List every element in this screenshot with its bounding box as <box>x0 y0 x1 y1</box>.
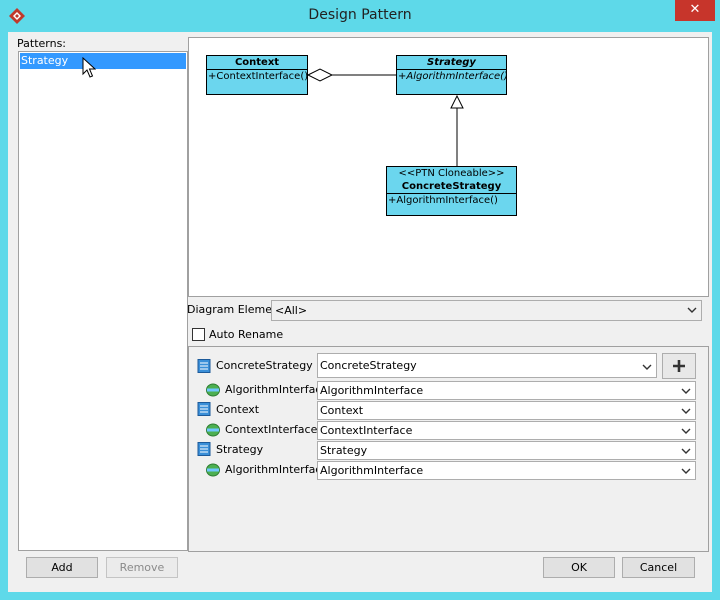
mapping-row-value: Context <box>320 404 364 417</box>
mapping-row: ContextInterface ContextInterface <box>189 420 710 440</box>
add-button[interactable]: Add <box>26 557 98 578</box>
mapping-row-value: AlgorithmInterface <box>320 464 424 477</box>
mapping-row-select[interactable]: AlgorithmInterface <box>317 461 696 480</box>
auto-rename-checkbox[interactable] <box>192 328 205 341</box>
mapping-row: Context Context <box>189 400 710 420</box>
strategy-operation: +AlgorithmInterface() <box>398 71 508 82</box>
chevron-down-icon <box>681 408 691 414</box>
mapping-row-label: ContextInterface <box>225 423 318 436</box>
concrete-strategy-class-name: ConcreteStrategy <box>401 181 502 192</box>
mapping-row-select[interactable]: ContextInterface <box>317 421 696 440</box>
mapping-row-label: Context <box>216 403 260 416</box>
chevron-down-icon <box>681 388 691 394</box>
mapping-row-label: ConcreteStrategy <box>216 359 313 372</box>
mapping-row-value: ContextInterface <box>320 424 413 437</box>
cancel-button[interactable]: Cancel <box>622 557 695 578</box>
mapping-row: AlgorithmInterface AlgorithmInterface <box>189 380 710 400</box>
chevron-down-icon <box>687 307 697 313</box>
operation-icon <box>206 463 220 477</box>
diagram-element-value: <All> <box>275 304 308 317</box>
aggregation-diamond-icon <box>306 68 334 82</box>
mapping-row: AlgorithmInterface AlgorithmInterface <box>189 460 710 480</box>
operation-icon <box>206 423 220 437</box>
remove-button[interactable]: Remove <box>106 557 178 578</box>
class-icon <box>197 359 211 373</box>
diagram-element-label: Diagram Element <box>187 303 284 316</box>
concrete-strategy-operation: +AlgorithmInterface() <box>388 195 498 206</box>
concrete-strategy-stereotype: <<PTN Cloneable>> <box>398 168 505 179</box>
design-pattern-window: Design Pattern ✕ Patterns: Strategy Cont… <box>0 0 720 600</box>
mapping-row-select[interactable]: AlgorithmInterface <box>317 381 696 400</box>
class-icon <box>197 442 211 456</box>
add-mapping-button[interactable] <box>662 353 696 379</box>
pattern-item-strategy[interactable]: Strategy <box>20 53 186 69</box>
plus-icon <box>673 360 685 372</box>
strategy-class-name: Strategy <box>397 56 506 70</box>
pattern-diagram[interactable]: Context +ContextInterface() Strategy +Al… <box>188 37 709 297</box>
close-icon: ✕ <box>689 2 701 17</box>
context-operation: +ContextInterface() <box>208 71 309 82</box>
ok-button[interactable]: OK <box>543 557 615 578</box>
concrete-strategy-class[interactable]: <<PTN Cloneable>> ConcreteStrategy +Algo… <box>386 166 517 216</box>
mapping-row-value: AlgorithmInterface <box>320 384 424 397</box>
patterns-label: Patterns: <box>17 37 67 50</box>
mapping-row-value: Strategy <box>320 444 368 457</box>
auto-rename-label: Auto Rename <box>209 328 284 341</box>
mapping-row-label: AlgorithmInterface <box>225 463 329 476</box>
dialog-body: Patterns: Strategy Context +ContextInter… <box>8 32 712 592</box>
mapping-row: ConcreteStrategy ConcreteStrategy <box>189 353 710 380</box>
close-button[interactable]: ✕ <box>675 0 715 21</box>
mapping-row-label: Strategy <box>216 443 264 456</box>
window-title: Design Pattern <box>308 7 412 23</box>
generalization-arrow-icon <box>450 94 464 109</box>
chevron-down-icon <box>642 364 652 370</box>
mapping-row-label: AlgorithmInterface <box>225 383 329 396</box>
chevron-down-icon <box>681 428 691 434</box>
mapping-row-select[interactable]: Context <box>317 401 696 420</box>
mouse-cursor-icon <box>82 57 96 78</box>
mapping-row-select[interactable]: ConcreteStrategy <box>317 353 657 378</box>
mapping-row-select[interactable]: Strategy <box>317 441 696 460</box>
concrete-strategy-header: <<PTN Cloneable>> ConcreteStrategy <box>387 167 516 194</box>
chevron-down-icon <box>681 448 691 454</box>
context-class-name: Context <box>207 56 307 70</box>
diagram-element-select[interactable]: <All> <box>271 300 702 321</box>
strategy-class[interactable]: Strategy +AlgorithmInterface() <box>396 55 508 95</box>
mapping-row-value: ConcreteStrategy <box>320 359 417 372</box>
class-icon <box>197 402 211 416</box>
context-class[interactable]: Context +ContextInterface() <box>206 55 308 95</box>
title-bar[interactable]: Design Pattern ✕ <box>0 0 720 32</box>
chevron-down-icon <box>681 468 691 474</box>
patterns-list[interactable]: Strategy <box>18 51 188 551</box>
mapping-panel: ConcreteStrategy ConcreteStrategy Algori… <box>188 346 709 552</box>
operation-icon <box>206 383 220 397</box>
mapping-row: Strategy Strategy <box>189 440 710 460</box>
